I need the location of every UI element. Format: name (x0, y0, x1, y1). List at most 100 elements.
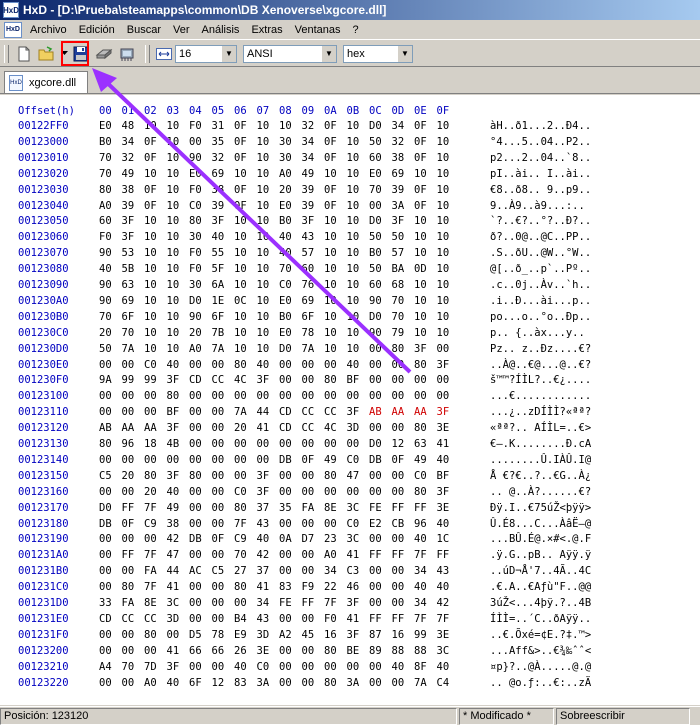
hex-byte[interactable]: 70 (392, 310, 410, 325)
hex-byte[interactable]: 3F (392, 214, 410, 229)
hex-byte[interactable]: 34 (302, 135, 320, 150)
hex-byte[interactable]: 00 (279, 564, 297, 579)
hex-byte[interactable]: 00 (392, 358, 410, 373)
hex-byte[interactable]: 00 (212, 501, 230, 516)
ascii-text[interactable]: .€.A..€Aƒù"F..@@ (490, 580, 591, 595)
hex-byte[interactable]: C0 (234, 485, 252, 500)
hex-byte[interactable]: 10 (257, 119, 275, 134)
hex-byte[interactable]: 47 (167, 548, 185, 563)
hxd-app-icon[interactable]: HxD (3, 2, 19, 18)
hex-byte[interactable]: 80 (234, 358, 252, 373)
hex-byte[interactable]: 3F (122, 214, 140, 229)
hex-byte[interactable]: 00 (392, 676, 410, 691)
hex-byte[interactable]: 00 (189, 596, 207, 611)
hex-byte[interactable]: 1C (437, 532, 455, 547)
hex-byte[interactable]: FE (279, 596, 297, 611)
hex-byte[interactable]: FF (122, 501, 140, 516)
hex-byte[interactable]: 41 (347, 612, 365, 627)
hex-byte[interactable]: 10 (347, 278, 365, 293)
hex-byte[interactable]: 42 (257, 548, 275, 563)
hex-byte[interactable]: 00 (302, 660, 320, 675)
hex-byte[interactable]: 00 (347, 437, 365, 452)
hex-byte[interactable]: 0A (279, 532, 297, 547)
hex-byte[interactable]: 41 (167, 580, 185, 595)
hex-byte[interactable]: 10 (234, 310, 252, 325)
hex-byte[interactable]: 10 (167, 119, 185, 134)
hex-byte[interactable]: 00 (189, 135, 207, 150)
hex-byte[interactable]: 10 (414, 246, 432, 261)
hex-byte[interactable]: 00 (234, 437, 252, 452)
hex-byte[interactable]: 10 (257, 310, 275, 325)
hex-byte[interactable]: C4 (437, 676, 455, 691)
hex-byte[interactable]: 3F (347, 596, 365, 611)
hex-byte[interactable]: 80 (144, 628, 162, 643)
open-disk-button[interactable] (93, 43, 115, 65)
hex-byte[interactable]: 00 (369, 199, 387, 214)
hex-byte[interactable]: 10 (347, 246, 365, 261)
hex-byte[interactable]: 70 (99, 167, 117, 182)
hex-byte[interactable]: FF (392, 612, 410, 627)
hex-byte[interactable]: 10 (347, 151, 365, 166)
hex-byte[interactable]: FF (414, 501, 432, 516)
hex-byte[interactable]: 80 (234, 501, 252, 516)
ascii-text[interactable]: Ðÿ.I..€75úŽ<þÿÿ> (490, 501, 591, 516)
hex-byte[interactable]: 10 (167, 342, 185, 357)
hex-byte[interactable]: 46 (347, 580, 365, 595)
hex-byte[interactable]: 10 (347, 135, 365, 150)
hex-byte[interactable]: 53 (122, 246, 140, 261)
hex-byte[interactable]: 00 (212, 421, 230, 436)
hex-byte[interactable]: FA (144, 564, 162, 579)
hex-byte[interactable]: 00 (369, 660, 387, 675)
hex-byte[interactable]: 10 (324, 230, 342, 245)
hex-byte[interactable]: 10 (234, 167, 252, 182)
hex-byte[interactable]: 0D (414, 262, 432, 277)
hex-byte[interactable]: 70 (279, 262, 297, 277)
hex-byte[interactable]: 00 (392, 580, 410, 595)
hex-byte[interactable]: 50 (392, 230, 410, 245)
hex-byte[interactable]: 00 (302, 676, 320, 691)
hex-byte[interactable]: 3F (167, 660, 185, 675)
hex-byte[interactable]: 1E (212, 294, 230, 309)
ascii-text[interactable]: .. @o.ƒ:..€:..zÄ (490, 676, 591, 691)
hex-byte[interactable]: E0 (279, 294, 297, 309)
hex-byte[interactable]: 00 (302, 389, 320, 404)
hex-byte[interactable]: C9 (144, 517, 162, 532)
hex-byte[interactable]: 90 (369, 326, 387, 341)
hex-byte[interactable]: 3F (257, 373, 275, 388)
hex-byte[interactable]: 3C (347, 532, 365, 547)
hex-byte[interactable]: AA (144, 421, 162, 436)
hex-byte[interactable]: 00 (369, 564, 387, 579)
hex-byte[interactable]: 40 (257, 532, 275, 547)
hex-byte[interactable]: D0 (189, 294, 207, 309)
hex-byte[interactable]: 80 (189, 214, 207, 229)
hex-byte[interactable]: 10 (144, 278, 162, 293)
hex-byte[interactable]: 00 (122, 485, 140, 500)
hex-byte[interactable]: 00 (369, 596, 387, 611)
hex-byte[interactable]: A0 (189, 342, 207, 357)
hex-byte[interactable]: 00 (437, 389, 455, 404)
hex-byte[interactable]: 43 (257, 517, 275, 532)
hex-byte[interactable]: 00 (212, 596, 230, 611)
hex-byte[interactable]: 39 (302, 199, 320, 214)
hex-byte[interactable]: 10 (257, 246, 275, 261)
hex-byte[interactable]: 43 (257, 612, 275, 627)
ascii-text[interactable]: Û.É8...C...ÀâË–@ (490, 517, 591, 532)
hex-byte[interactable]: F0 (189, 183, 207, 198)
hex-byte[interactable]: 10 (437, 230, 455, 245)
hex-byte[interactable]: 3F (257, 469, 275, 484)
hex-byte[interactable]: 10 (144, 310, 162, 325)
hex-byte[interactable]: 10 (144, 326, 162, 341)
hex-byte[interactable]: 10 (347, 310, 365, 325)
hex-byte[interactable]: D0 (369, 310, 387, 325)
hex-byte[interactable]: 69 (392, 167, 410, 182)
hex-byte[interactable]: 50 (369, 230, 387, 245)
hex-byte[interactable]: 00 (122, 644, 140, 659)
ascii-text[interactable]: ...Aff&>..€¾‰ˆˆ< (490, 644, 591, 659)
open-ram-button[interactable] (116, 43, 138, 65)
hex-byte[interactable]: 10 (234, 262, 252, 277)
ascii-text[interactable]: °4...5..04..P2.. (490, 135, 591, 150)
hex-byte[interactable]: 7B (212, 326, 230, 341)
hex-byte[interactable]: 10 (234, 214, 252, 229)
hex-byte[interactable]: 00 (392, 564, 410, 579)
hex-byte[interactable]: 10 (437, 294, 455, 309)
